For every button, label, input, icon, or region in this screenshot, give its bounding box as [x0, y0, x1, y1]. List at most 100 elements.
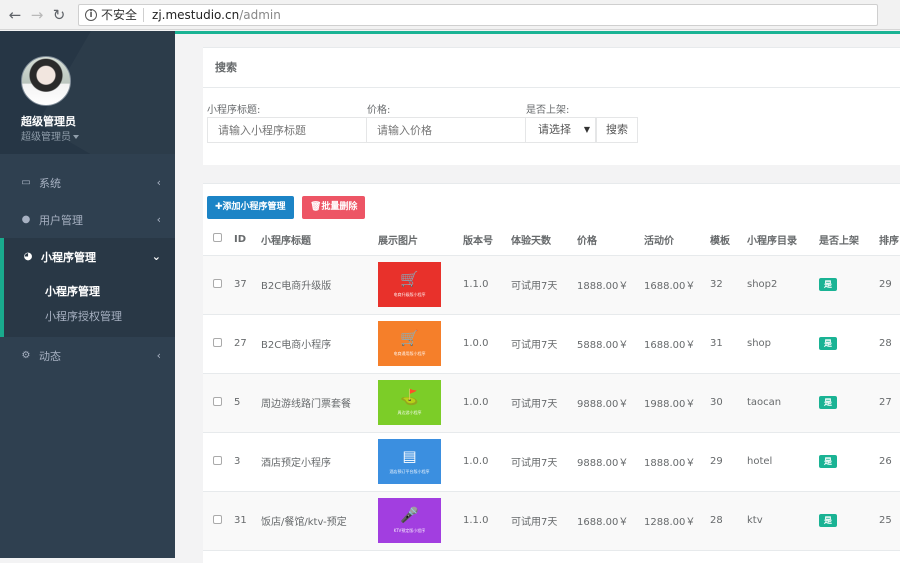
cell-version: 1.0.0: [463, 432, 511, 492]
title-input[interactable]: [207, 117, 367, 143]
price-label: 价格:: [367, 105, 391, 116]
add-miniprogram-button[interactable]: ✚添加小程序管理: [207, 196, 294, 219]
sidebar-item-miniprogram[interactable]: ◕ 小程序管理 ⌄: [0, 238, 175, 275]
table-row[interactable]: 5 周边游线路门票套餐 ⛳ 周边游小程序 1.0.0 可试用7天 9888.00￥ 1988.…: [203, 373, 900, 433]
chevron-left-icon: ‹: [156, 176, 161, 189]
cell-title: B2C电商小程序: [261, 314, 378, 374]
col-sort[interactable]: 排序: [879, 224, 900, 256]
info-icon[interactable]: i: [85, 8, 97, 21]
select-all-checkbox[interactable]: [213, 233, 222, 243]
sidebar-item-label: 系统: [39, 176, 61, 190]
chevron-left-icon: ‹: [156, 349, 161, 362]
address-bar[interactable]: i 不安全 zj.mestudio.cn/admin: [78, 3, 878, 26]
sidebar-item-users[interactable]: ● 用户管理 ‹: [0, 201, 175, 238]
cell-template: 30: [710, 373, 747, 433]
cell-promo: 1688.00￥: [644, 255, 710, 315]
signpost-icon: ⛳: [400, 388, 419, 406]
thumbnail-image: 🛒 电商通用版小程序: [378, 321, 441, 366]
cell-price: 1688.00￥: [577, 491, 644, 551]
cell-version: 1.1.0: [463, 491, 511, 551]
row-checkbox[interactable]: [213, 514, 222, 524]
col-price[interactable]: 价格: [577, 224, 644, 256]
col-dir[interactable]: 小程序目录: [747, 224, 819, 256]
cell-template: 28: [710, 491, 747, 551]
cell-dir: hotel: [747, 432, 819, 492]
col-template[interactable]: 模板: [710, 224, 747, 256]
onsale-select[interactable]: 请选择 ▼: [525, 117, 596, 143]
cell-id: 5: [234, 373, 261, 433]
user-name: 超级管理员: [21, 115, 76, 128]
cell-title: 酒店预定小程序: [261, 432, 378, 492]
gears-icon: ⚙: [21, 350, 31, 361]
col-trial[interactable]: 体验天数: [511, 224, 577, 256]
cell-trial: 可试用7天: [511, 314, 577, 374]
cell-id: 37: [234, 255, 261, 315]
col-id[interactable]: ID: [234, 224, 261, 256]
cell-dir: taocan: [747, 373, 819, 433]
user-icon: ●: [21, 214, 31, 225]
cell-trial: 可试用7天: [511, 373, 577, 433]
chevron-down-icon: ⌄: [151, 250, 161, 263]
cell-dir: ktv: [747, 491, 819, 551]
onsale-badge[interactable]: 是: [819, 514, 837, 527]
table-row[interactable]: 3 酒店预定小程序 ▤ 酒店预订平台版小程序 1.0.0 可试用7天 9888.00￥ 188…: [203, 432, 900, 492]
col-version[interactable]: 版本号: [463, 224, 511, 256]
col-promo[interactable]: 活动价: [644, 224, 710, 256]
wechat-icon: ◕: [23, 251, 33, 262]
sidebar-subitem-miniprogram-auth[interactable]: 小程序授权管理: [4, 304, 175, 329]
main-content: 搜索 小程序标题: 价格: 是否上架: 请选择 ▼ 搜索 ✚添加小程序管理 🗑批…: [175, 31, 900, 563]
onsale-badge[interactable]: 是: [819, 278, 837, 291]
sidebar-item-system[interactable]: ▭ 系统 ‹: [0, 164, 175, 201]
avatar[interactable]: [21, 56, 71, 106]
thumbnail-caption: 电商通用版小程序: [393, 351, 426, 356]
batch-delete-button[interactable]: 🗑批量删除: [302, 196, 366, 219]
cell-trial: 可试用7天: [511, 255, 577, 315]
sidebar-item-label: 小程序管理: [41, 250, 96, 264]
url-host: zj.mestudio.cn: [152, 7, 240, 22]
thumbnail-caption: KTV预定版小程序: [393, 528, 426, 533]
row-checkbox[interactable]: [213, 337, 222, 347]
sidebar-subitem-miniprogram-manage[interactable]: 小程序管理: [4, 279, 175, 304]
cell-dir: shop: [747, 314, 819, 374]
col-onsale[interactable]: 是否上架: [819, 224, 879, 256]
thumbnail-caption: 酒店预订平台版小程序: [389, 469, 430, 474]
col-title[interactable]: 小程序标题: [261, 224, 378, 256]
table-row[interactable]: 27 B2C电商小程序 🛒 电商通用版小程序 1.0.0 可试用7天 5888.00￥ 168…: [203, 314, 900, 374]
thumbnail-caption: 周边游小程序: [397, 410, 422, 415]
back-icon[interactable]: ←: [4, 4, 26, 26]
row-checkbox[interactable]: [213, 278, 222, 288]
dropdown-arrow-icon: ▼: [583, 125, 590, 134]
table-row[interactable]: 37 B2C电商升级版 🛒 电商升级版小程序 1.1.0 可试用7天 1888.00￥ 168…: [203, 255, 900, 315]
cell-version: 1.1.0: [463, 255, 511, 315]
search-button[interactable]: 搜索: [596, 117, 638, 143]
cell-promo: 1288.00￥: [644, 491, 710, 551]
reload-icon[interactable]: ↻: [48, 4, 70, 26]
onsale-badge[interactable]: 是: [819, 337, 837, 350]
cell-template: 32: [710, 255, 747, 315]
forward-icon[interactable]: →: [26, 4, 48, 26]
cell-title: 饭店/餐馆/ktv-预定: [261, 491, 378, 551]
sidebar-item-label: 用户管理: [39, 213, 83, 227]
cell-promo: 1988.00￥: [644, 373, 710, 433]
cell-sort: 27: [879, 373, 900, 433]
chevron-left-icon: ‹: [156, 213, 161, 226]
user-role-dropdown[interactable]: 超级管理员: [21, 128, 79, 143]
sidebar-item-news[interactable]: ⚙ 动态 ‹: [0, 337, 175, 374]
cart-icon: 🛒: [400, 329, 419, 347]
onsale-badge[interactable]: 是: [819, 396, 837, 409]
row-checkbox[interactable]: [213, 396, 222, 406]
sidebar-item-label: 动态: [39, 349, 61, 363]
thumbnail-image: 🎤 KTV预定版小程序: [378, 498, 441, 543]
table-row[interactable]: 31 饭店/餐馆/ktv-预定 🎤 KTV预定版小程序 1.1.0 可试用7天 1688.0…: [203, 491, 900, 551]
list-panel: ✚添加小程序管理 🗑批量删除 ID 小程序标题 展示图片 版本号 体验天数 价格…: [203, 183, 900, 563]
price-input[interactable]: [366, 117, 526, 143]
cell-sort: 28: [879, 314, 900, 374]
cell-sort: 26: [879, 432, 900, 492]
onsale-badge[interactable]: 是: [819, 455, 837, 468]
col-image[interactable]: 展示图片: [378, 224, 463, 256]
row-checkbox[interactable]: [213, 455, 222, 465]
cell-template: 29: [710, 432, 747, 492]
miniprogram-table: ID 小程序标题 展示图片 版本号 体验天数 价格 活动价 模板 小程序目录 是…: [203, 224, 900, 551]
table-header-row: ID 小程序标题 展示图片 版本号 体验天数 价格 活动价 模板 小程序目录 是…: [203, 224, 900, 256]
cell-version: 1.0.0: [463, 373, 511, 433]
